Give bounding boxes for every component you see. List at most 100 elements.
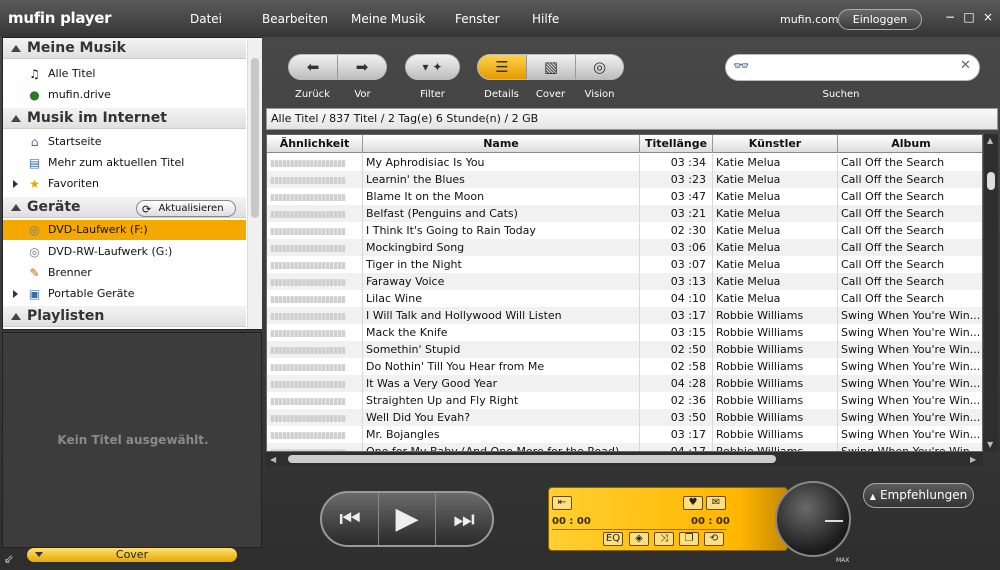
recommendations-button[interactable]: ▲ Empfehlungen	[863, 483, 974, 508]
expand-icon[interactable]	[13, 290, 18, 298]
balance-button[interactable]: ◈	[629, 532, 649, 546]
table-row[interactable]: ▮▮▮▮▮▮▮▮▮▮▮▮▮▮▮▮▮▮▮ Belfast (Penguins and…	[267, 205, 982, 222]
vision-view-button[interactable]: ◎	[576, 55, 623, 79]
track-artist: Robbie Williams	[713, 392, 838, 409]
similarity-bar-icon: ▮▮▮▮▮▮▮▮▮▮▮▮▮▮▮▮▮▮▮	[270, 397, 346, 407]
scroll-up-icon[interactable]: ▲	[987, 136, 993, 145]
scroll-left-icon[interactable]: ◀	[270, 455, 276, 464]
similarity-bar-icon: ▮▮▮▮▮▮▮▮▮▮▮▮▮▮▮▮▮▮▮	[270, 380, 346, 390]
column-header-length[interactable]: Titellänge	[640, 135, 713, 153]
play-button[interactable]: ▶	[379, 493, 436, 545]
refresh-button[interactable]: ⟳ Aktualisieren	[136, 200, 236, 217]
collapse-display-button[interactable]: ⇤	[552, 496, 572, 510]
cover-view-button[interactable]: ▧	[527, 55, 576, 79]
track-name: Faraway Voice	[363, 273, 640, 290]
column-header-similarity[interactable]: Ähnlichkeit	[267, 135, 363, 153]
table-row[interactable]: ▮▮▮▮▮▮▮▮▮▮▮▮▮▮▮▮▮▮▮ I Think It's Going to…	[267, 222, 982, 239]
table-horizontal-scroll-thumb[interactable]	[288, 455, 776, 463]
sidebar-item-brenner[interactable]: ✎ Brenner	[3, 263, 246, 283]
sidebar-item-favoriten[interactable]: ★ Favoriten	[3, 174, 246, 194]
table-vertical-scroll-thumb[interactable]	[987, 172, 995, 190]
column-header-album[interactable]: Album	[838, 135, 982, 153]
column-header-name[interactable]: Name	[363, 135, 640, 153]
scroll-down-icon[interactable]: ▼	[987, 440, 993, 449]
table-row[interactable]: ▮▮▮▮▮▮▮▮▮▮▮▮▮▮▮▮▮▮▮ Well Did You Evah? 03 …	[267, 409, 982, 426]
track-length: 03 :07	[640, 256, 713, 273]
track-similarity: ▮▮▮▮▮▮▮▮▮▮▮▮▮▮▮▮▮▮▮	[267, 239, 363, 256]
sidebar-item-dvd-rw-laufwerk[interactable]: ◎ DVD-RW-Laufwerk (G:)	[3, 242, 246, 262]
progress-bar[interactable]	[552, 529, 727, 530]
similarity-bar-icon: ▮▮▮▮▮▮▮▮▮▮▮▮▮▮▮▮▮▮▮	[270, 210, 346, 220]
table-row[interactable]: ▮▮▮▮▮▮▮▮▮▮▮▮▮▮▮▮▮▮▮ Mockingbird Song 03 :0…	[267, 239, 982, 256]
table-row[interactable]: ▮▮▮▮▮▮▮▮▮▮▮▮▮▮▮▮▮▮▮ Learnin' the Blues 03 …	[267, 171, 982, 188]
mail-button[interactable]: ✉	[706, 496, 726, 510]
table-row[interactable]: ▮▮▮▮▮▮▮▮▮▮▮▮▮▮▮▮▮▮▮ Straighten Up and Fly…	[267, 392, 982, 409]
sidebar-scroll-thumb[interactable]	[251, 58, 259, 218]
similarity-bar-icon: ▮▮▮▮▮▮▮▮▮▮▮▮▮▮▮▮▮▮▮	[270, 431, 346, 441]
minimize-icon[interactable]: −	[943, 10, 957, 24]
sidebar-item-mufin-drive[interactable]: ● mufin.drive	[3, 85, 246, 105]
transport-controls: ⏮ ▶ ⏭	[320, 491, 494, 547]
eq-button[interactable]: EQ	[603, 532, 623, 546]
resize-icon[interactable]: ⇙	[4, 552, 14, 566]
sidebar-item-mehr-zum-titel[interactable]: ▤ Mehr zum aktuellen Titel	[3, 153, 246, 173]
sidebar-scrollbar[interactable]	[247, 38, 262, 329]
repeat-button[interactable]: ⟲	[704, 532, 724, 546]
back-button[interactable]: ⬅	[289, 55, 338, 79]
table-row[interactable]: ▮▮▮▮▮▮▮▮▮▮▮▮▮▮▮▮▮▮▮ Tiger in the Night 03 …	[267, 256, 982, 273]
cover-dropdown[interactable]: Cover	[27, 548, 237, 562]
section-playlisten[interactable]: Playlisten	[3, 306, 246, 327]
table-row[interactable]: ▮▮▮▮▮▮▮▮▮▮▮▮▮▮▮▮▮▮▮ Mack the Knife 03 :15 R…	[267, 324, 982, 341]
vision-label: Vision	[584, 89, 615, 100]
site-link[interactable]: mufin.com	[780, 13, 839, 26]
table-row[interactable]: ▮▮▮▮▮▮▮▮▮▮▮▮▮▮▮▮▮▮▮ Do Nothin' Till You H…	[267, 358, 982, 375]
track-similarity: ▮▮▮▮▮▮▮▮▮▮▮▮▮▮▮▮▮▮▮	[267, 273, 363, 290]
favorite-button[interactable]: ♥	[683, 496, 703, 510]
sidebar-item-startseite[interactable]: ⌂ Startseite	[3, 132, 246, 152]
table-row[interactable]: ▮▮▮▮▮▮▮▮▮▮▮▮▮▮▮▮▮▮▮ It Was a Very Good Ye…	[267, 375, 982, 392]
scroll-right-icon[interactable]: ▶	[970, 455, 976, 464]
maximize-icon[interactable]: □	[962, 10, 976, 24]
table-row[interactable]: ▮▮▮▮▮▮▮▮▮▮▮▮▮▮▮▮▮▮▮ I Will Talk and Holly…	[267, 307, 982, 324]
details-view-button[interactable]: ☰	[478, 55, 527, 79]
table-row[interactable]: ▮▮▮▮▮▮▮▮▮▮▮▮▮▮▮▮▮▮▮ Somethin' Stupid 02 :5…	[267, 341, 982, 358]
menu-bearbeiten[interactable]: Bearbeiten	[262, 12, 328, 26]
filter-button[interactable]: ▾ ✦	[405, 54, 460, 80]
volume-knob[interactable]	[775, 481, 851, 557]
track-length: 04 :17	[640, 443, 713, 451]
section-musik-im-internet[interactable]: Musik im Internet	[3, 108, 246, 129]
close-icon[interactable]: ×	[981, 10, 995, 24]
table-row[interactable]: ▮▮▮▮▮▮▮▮▮▮▮▮▮▮▮▮▮▮▮ Blame It on the Moon 0…	[267, 188, 982, 205]
forward-button[interactable]: ➡	[338, 55, 386, 79]
column-header-artist[interactable]: Künstler	[713, 135, 838, 153]
remaining-time: 00 : 00	[691, 516, 730, 527]
clear-icon[interactable]: ✕	[960, 58, 971, 73]
sidebar-item-portable-geraete[interactable]: ▣ Portable Geräte	[3, 284, 246, 304]
menu-hilfe[interactable]: Hilfe	[532, 12, 559, 26]
previous-button[interactable]: ⏮	[322, 493, 379, 545]
shuffle-button[interactable]: ⤨	[654, 532, 674, 546]
track-similarity: ▮▮▮▮▮▮▮▮▮▮▮▮▮▮▮▮▮▮▮	[267, 341, 363, 358]
menu-datei[interactable]: Datei	[190, 12, 222, 26]
table-row[interactable]: ▮▮▮▮▮▮▮▮▮▮▮▮▮▮▮▮▮▮▮ My Aphrodisiac Is You…	[267, 154, 982, 171]
copy-button[interactable]: ❐	[679, 532, 699, 546]
login-button[interactable]: Einloggen	[838, 9, 922, 30]
sidebar-item-dvd-laufwerk[interactable]: ◎ DVD-Laufwerk (F:)	[3, 220, 246, 240]
track-similarity: ▮▮▮▮▮▮▮▮▮▮▮▮▮▮▮▮▮▮▮	[267, 443, 363, 451]
sidebar-item-alle-titel[interactable]: ♫ Alle Titel	[3, 64, 246, 84]
table-row[interactable]: ▮▮▮▮▮▮▮▮▮▮▮▮▮▮▮▮▮▮▮One for My Baby (And …	[267, 443, 982, 451]
expand-icon[interactable]	[13, 180, 18, 188]
menu-meine-musik[interactable]: Meine Musik	[351, 12, 425, 26]
table-row[interactable]: ▮▮▮▮▮▮▮▮▮▮▮▮▮▮▮▮▮▮▮ Mr. Bojangles 03 :17 Ro…	[267, 426, 982, 443]
table-row[interactable]: ▮▮▮▮▮▮▮▮▮▮▮▮▮▮▮▮▮▮▮ Lilac Wine 04 :10 Katie…	[267, 290, 982, 307]
search-input[interactable]	[762, 59, 957, 77]
track-album: Swing When You're Win...	[838, 307, 982, 324]
track-similarity: ▮▮▮▮▮▮▮▮▮▮▮▮▮▮▮▮▮▮▮	[267, 154, 363, 171]
table-horizontal-scrollbar[interactable]: ◀ ▶	[266, 452, 983, 466]
table-row[interactable]: ▮▮▮▮▮▮▮▮▮▮▮▮▮▮▮▮▮▮▮ Faraway Voice 03 :13 Ka…	[267, 273, 982, 290]
menu-fenster[interactable]: Fenster	[455, 12, 500, 26]
table-vertical-scrollbar[interactable]: ▲ ▼	[984, 134, 998, 452]
next-button[interactable]: ⏭	[436, 493, 492, 545]
section-meine-musik[interactable]: Meine Musik	[3, 38, 246, 59]
table-header: Ähnlichkeit Name Titellänge Künstler Alb…	[267, 135, 982, 153]
